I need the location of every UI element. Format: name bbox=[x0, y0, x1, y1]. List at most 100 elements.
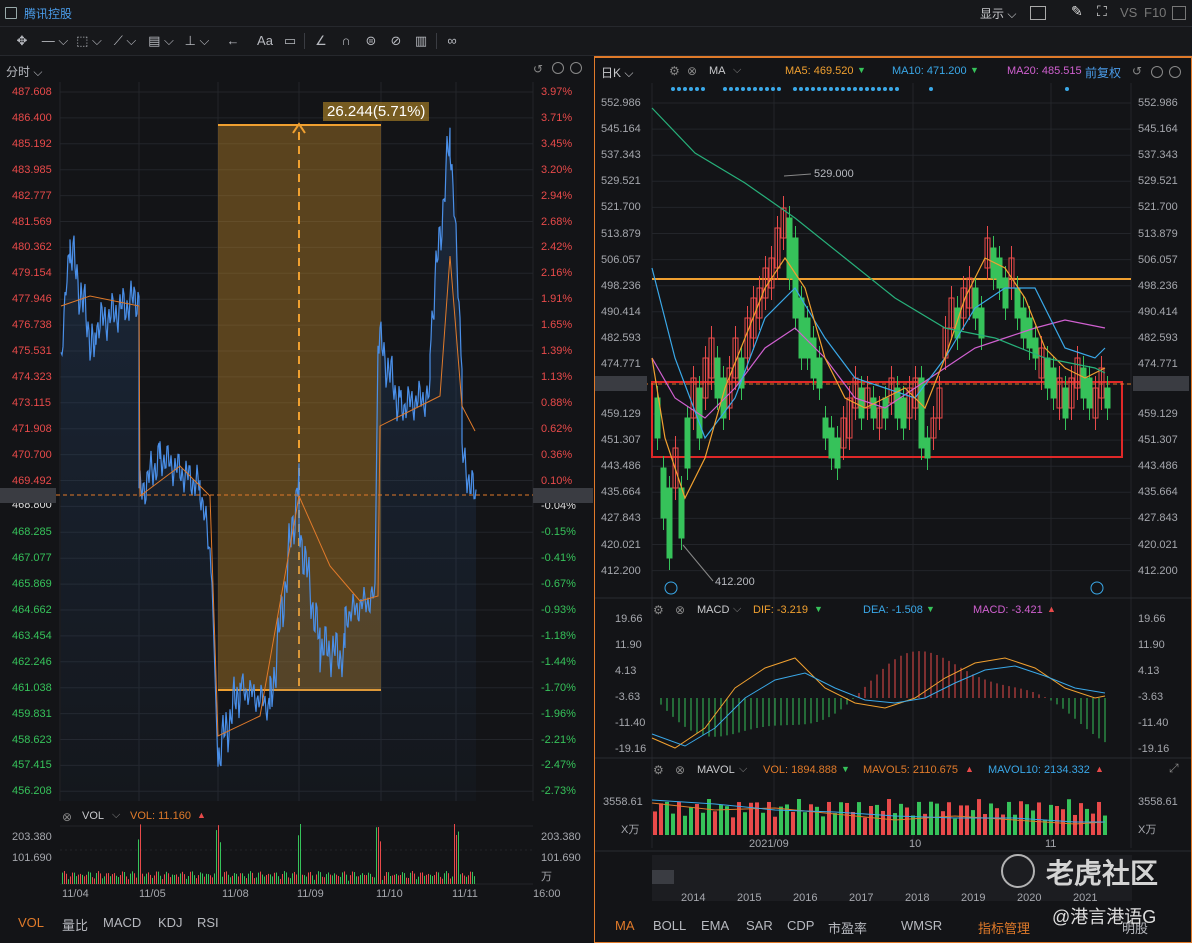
intraday-vol-bar bbox=[102, 878, 103, 884]
candle[interactable] bbox=[996, 257, 1003, 289]
candle[interactable] bbox=[1086, 377, 1093, 409]
candle[interactable] bbox=[828, 427, 835, 459]
link-icon[interactable]: ∞ bbox=[442, 31, 462, 51]
candle[interactable] bbox=[1026, 317, 1033, 349]
intraday-vol-bar bbox=[342, 872, 343, 884]
candle[interactable] bbox=[678, 487, 685, 539]
vol-close-icon[interactable]: ⊗ bbox=[62, 810, 72, 824]
event-icon[interactable] bbox=[664, 581, 678, 595]
candle[interactable] bbox=[978, 307, 985, 339]
daily-vol-bar bbox=[1103, 815, 1107, 835]
collapse-icon[interactable] bbox=[1172, 6, 1186, 20]
intraday-tab-3[interactable]: KDJ bbox=[158, 915, 183, 930]
daily-tab-0[interactable]: MA bbox=[615, 918, 635, 933]
candle[interactable] bbox=[666, 487, 673, 559]
candle[interactable] bbox=[1014, 287, 1021, 319]
fib-tool-icon[interactable]: ▤ ⌵ bbox=[148, 31, 174, 51]
overview-handle[interactable] bbox=[652, 870, 674, 884]
lock-icon[interactable]: ⊜ bbox=[362, 31, 380, 51]
candle[interactable] bbox=[684, 417, 691, 469]
daily-vol-bar bbox=[773, 816, 777, 835]
signal-dot bbox=[871, 87, 875, 91]
mavol-settings-icon[interactable]: ⚙ bbox=[653, 763, 664, 777]
candle[interactable] bbox=[1002, 277, 1009, 309]
pct-tick: 0.62% bbox=[541, 422, 573, 435]
pct-tick: 2.94% bbox=[541, 189, 573, 202]
rect-tool-icon[interactable]: ⬚ ⌵ bbox=[76, 31, 102, 51]
intraday-vol-bar bbox=[438, 872, 439, 884]
candle[interactable] bbox=[1104, 387, 1111, 409]
candle[interactable] bbox=[738, 357, 745, 389]
intraday-tab-2[interactable]: MACD bbox=[103, 915, 141, 930]
stock-name[interactable]: 腾讯控股 bbox=[24, 5, 72, 22]
comment-icon[interactable]: ▭ bbox=[281, 31, 299, 51]
intraday-tab-1[interactable]: 量比 bbox=[62, 915, 88, 934]
layout-icon[interactable] bbox=[1030, 6, 1046, 20]
intraday-vol-bar bbox=[246, 878, 247, 884]
fullscreen-icon[interactable]: ⛶ bbox=[1097, 3, 1107, 20]
hide-icon[interactable]: ⊘ bbox=[387, 31, 405, 51]
daily-tab-4[interactable]: CDP bbox=[787, 918, 814, 933]
mavol-dropdown-icon[interactable]: ⌵ bbox=[739, 763, 747, 776]
f10-button[interactable]: F10 bbox=[1144, 5, 1166, 20]
daily-tab-3[interactable]: SAR bbox=[746, 918, 773, 933]
window-icon[interactable] bbox=[5, 7, 17, 19]
intraday-chart[interactable] bbox=[0, 56, 593, 941]
candle[interactable] bbox=[900, 397, 907, 429]
macd-close-icon[interactable]: ⊗ bbox=[675, 603, 685, 617]
mavol-title[interactable]: MAVOL bbox=[697, 764, 735, 776]
intraday-vol-bar bbox=[242, 873, 243, 884]
move-icon[interactable]: ✥ bbox=[12, 31, 32, 51]
intraday-tab-4[interactable]: RSI bbox=[197, 915, 219, 930]
intraday-tab-0[interactable]: VOL bbox=[18, 915, 44, 930]
candle[interactable] bbox=[660, 467, 667, 519]
event-icon[interactable] bbox=[1090, 581, 1104, 595]
intraday-vol-bar bbox=[112, 874, 113, 884]
candle[interactable] bbox=[858, 387, 865, 419]
delete-icon[interactable]: ▥ bbox=[412, 31, 430, 51]
vs-button[interactable]: VS bbox=[1120, 5, 1137, 20]
ruler-icon[interactable]: ∠ bbox=[312, 31, 330, 51]
candle[interactable] bbox=[870, 397, 877, 419]
text-tool-icon[interactable]: Aa bbox=[254, 31, 276, 51]
candle[interactable] bbox=[792, 237, 799, 319]
macd-settings-icon[interactable]: ⚙ bbox=[653, 603, 664, 617]
daily-chart[interactable] bbox=[595, 58, 1191, 942]
intraday-vol-bar bbox=[218, 825, 219, 884]
candle[interactable] bbox=[786, 217, 793, 279]
measure-tool-icon[interactable]: ⊥ ⌵ bbox=[184, 31, 210, 51]
candle[interactable] bbox=[816, 357, 823, 389]
vol-label[interactable]: VOL bbox=[82, 810, 104, 822]
price-tick: 483.985 bbox=[12, 163, 52, 176]
candle[interactable] bbox=[1050, 367, 1057, 399]
daily-tab-2[interactable]: EMA bbox=[701, 918, 729, 933]
candle[interactable] bbox=[714, 357, 721, 399]
candle[interactable] bbox=[834, 437, 841, 469]
candle[interactable] bbox=[924, 437, 931, 459]
daily-tab-6[interactable]: WMSR bbox=[901, 918, 942, 933]
candle[interactable] bbox=[1062, 387, 1069, 419]
macd-dropdown-icon[interactable]: ⌵ bbox=[733, 603, 741, 616]
magnet-icon[interactable]: ∩ bbox=[337, 31, 355, 51]
daily-tab-7[interactable]: 指标管理 bbox=[978, 918, 1030, 937]
mavol-close-icon[interactable]: ⊗ bbox=[675, 763, 685, 777]
macd-title[interactable]: MACD bbox=[697, 604, 729, 616]
daily-tab-1[interactable]: BOLL bbox=[653, 918, 686, 933]
vol-dropdown-icon[interactable]: ⌵ bbox=[112, 809, 120, 822]
arrow-tool-icon[interactable]: ← ⌵ bbox=[220, 31, 246, 68]
date-label: 11/11 bbox=[452, 888, 478, 900]
candle[interactable] bbox=[1044, 357, 1051, 389]
daily-price-tick: 537.343 bbox=[1138, 149, 1178, 162]
display-menu[interactable]: 显示 ⌵ bbox=[980, 5, 1016, 22]
candle[interactable] bbox=[972, 287, 979, 319]
line-tool-icon[interactable]: — ⌵ bbox=[40, 31, 70, 51]
price-tick: 487.608 bbox=[12, 86, 52, 98]
candle[interactable] bbox=[1080, 367, 1087, 399]
pen-icon[interactable]: ✎ bbox=[1071, 3, 1083, 20]
daily-tab-5[interactable]: 市盈率 bbox=[828, 918, 867, 937]
candle[interactable] bbox=[798, 297, 805, 359]
polyline-icon[interactable]: ⟋ ⌵ bbox=[112, 31, 138, 51]
candle[interactable] bbox=[822, 417, 829, 439]
expand-icon[interactable]: ⤢ bbox=[1169, 761, 1179, 776]
candle[interactable] bbox=[1020, 307, 1027, 339]
